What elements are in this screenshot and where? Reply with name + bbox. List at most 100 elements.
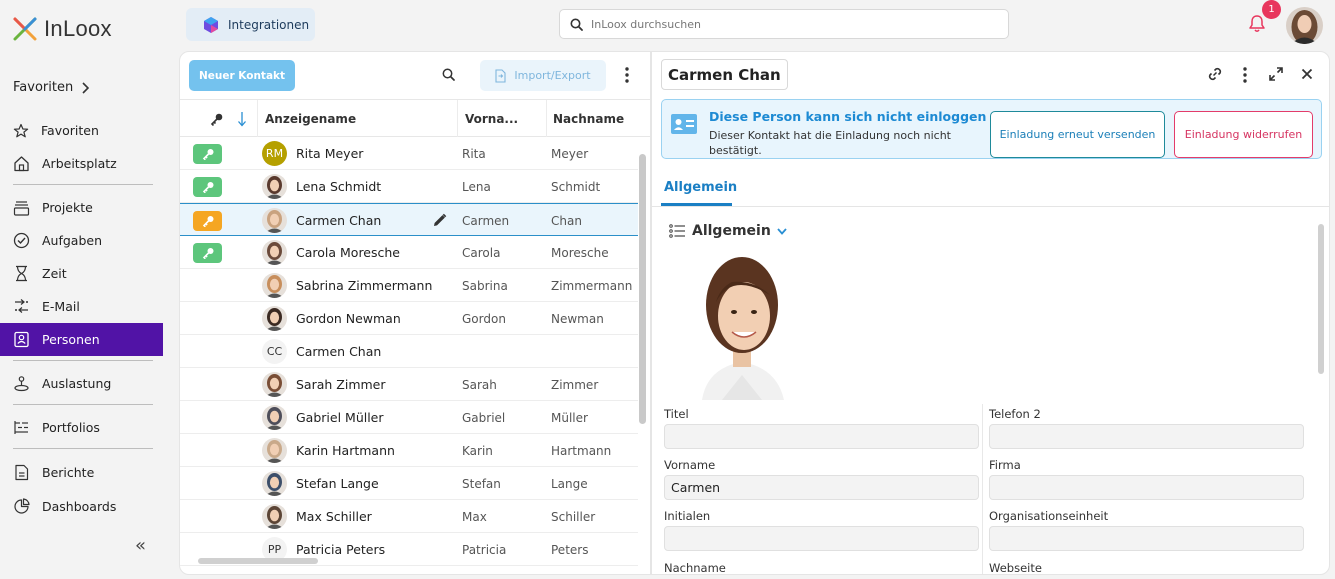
import-export-button[interactable]: Import/Export: [480, 60, 606, 91]
sidebar-item-berichte[interactable]: Berichte: [0, 456, 163, 489]
sidebar-item-label: Auslastung: [42, 376, 112, 391]
resend-invitation-button[interactable]: Einladung erneut versenden: [990, 111, 1165, 158]
sort-direction-button[interactable]: [237, 100, 247, 137]
titel-field[interactable]: [664, 424, 979, 449]
sidebar-item-dashboards[interactable]: Dashboards: [0, 490, 163, 523]
field-column-divider: [982, 404, 983, 574]
table-row[interactable]: Gordon Newman Gordon Newman: [180, 302, 638, 335]
search-icon: [570, 18, 583, 31]
contact-list-panel: Neuer Kontakt Import/Export Anzeigename …: [179, 51, 651, 575]
key-icon: [210, 113, 223, 126]
portfolio-icon: [14, 421, 28, 434]
expand-button[interactable]: [1269, 67, 1283, 81]
detail-more-button[interactable]: [1242, 66, 1248, 84]
sidebar-item-e-mail[interactable]: E-Mail: [0, 290, 163, 323]
sidebar-item-favoriten[interactable]: Favoriten: [0, 114, 163, 147]
table-row[interactable]: CC Carmen Chan: [180, 335, 638, 368]
cell-display-name: Gordon Newman: [296, 311, 401, 326]
global-search[interactable]: [559, 9, 1009, 39]
initialen-field[interactable]: [664, 526, 979, 551]
app-logo[interactable]: InLoox: [12, 16, 112, 42]
table-row[interactable]: Gabriel Müller Gabriel Müller: [180, 401, 638, 434]
revoke-invitation-button[interactable]: Einladung widerrufen: [1174, 111, 1313, 158]
section-header-allgemein[interactable]: Allgemein: [669, 223, 787, 239]
vorname-field[interactable]: [664, 475, 979, 500]
search-input[interactable]: [591, 17, 991, 31]
cell-display-name: Lena Schmidt: [296, 179, 382, 194]
firma-field[interactable]: [989, 475, 1304, 500]
sidebar-item-personen[interactable]: Personen: [0, 323, 163, 356]
sidebar-item-label: Favoriten: [41, 123, 99, 138]
cell-display-name: Stefan Lange: [296, 476, 379, 491]
check-circle-icon: [13, 232, 30, 249]
table-row[interactable]: RM Rita Meyer Rita Meyer: [180, 137, 638, 170]
close-icon: [1301, 68, 1313, 80]
sidebar-item-projekte[interactable]: Projekte: [0, 191, 163, 224]
link-icon: [1208, 67, 1222, 81]
cell-last-name: Peters: [551, 542, 589, 557]
notifications-button[interactable]: [1247, 14, 1267, 34]
detail-vertical-scrollbar[interactable]: [1318, 224, 1324, 374]
avatar-photo: [262, 174, 287, 199]
organisationseinheit-field[interactable]: [989, 526, 1304, 551]
integrations-button[interactable]: Integrationen: [186, 8, 315, 41]
table-row[interactable]: Lena Schmidt Lena Schmidt: [180, 170, 638, 203]
contact-portrait: [702, 257, 784, 400]
chevron-right-icon: [82, 81, 90, 94]
pencil-icon: [434, 213, 447, 226]
contacts-icon: [14, 331, 29, 348]
column-header-first-name[interactable]: Vorna...: [465, 100, 518, 137]
cell-display-name: Carola Moresche: [296, 245, 400, 260]
login-column-header[interactable]: [210, 100, 224, 137]
table-row[interactable]: Carola Moresche Carola Moresche: [180, 236, 638, 269]
detail-title[interactable]: Carmen Chan: [661, 59, 788, 90]
mail-sync-icon: [15, 299, 28, 313]
sidebar-item-label: E-Mail: [42, 299, 80, 314]
list-more-button[interactable]: [624, 66, 630, 84]
close-button[interactable]: [1301, 68, 1313, 80]
field-label-initialen: Initialen: [664, 509, 711, 523]
list-vertical-scrollbar[interactable]: [639, 154, 646, 424]
new-contact-button[interactable]: Neuer Kontakt: [189, 60, 295, 91]
sidebar-item-arbeitsplatz[interactable]: Arbeitsplatz: [0, 147, 163, 180]
avatar-photo: [262, 438, 287, 463]
copy-link-button[interactable]: [1207, 66, 1223, 82]
table-row[interactable]: Stefan Lange Stefan Lange: [180, 467, 638, 500]
contact-detail-panel: Carmen Chan Diese Person kann sich nicht…: [651, 51, 1330, 575]
star-icon: [13, 123, 29, 137]
favorites-header[interactable]: Favoriten: [13, 80, 90, 95]
sidebar-item-auslastung[interactable]: Auslastung: [0, 367, 163, 400]
tab-allgemein[interactable]: Allgemein: [664, 180, 737, 195]
cell-display-name: Carmen Chan: [296, 344, 382, 359]
sidebar-item-zeit[interactable]: Zeit: [0, 257, 163, 290]
collapse-sidebar-button[interactable]: «: [135, 535, 146, 556]
edit-button[interactable]: [432, 213, 447, 228]
cell-last-name: Zimmer: [551, 377, 599, 392]
column-header-display-name[interactable]: Anzeigename: [265, 100, 356, 137]
sidebar-item-portfolios[interactable]: Portfolios: [0, 411, 163, 444]
table-row[interactable]: Karin Hartmann Karin Hartmann: [180, 434, 638, 467]
table-row[interactable]: Carmen Chan Carmen Chan: [180, 203, 638, 236]
cell-display-name: Sarah Zimmer: [296, 377, 386, 392]
avatar: [262, 405, 287, 430]
expand-icon: [1269, 67, 1283, 81]
id-card-icon: [671, 114, 697, 134]
avatar-photo: [262, 471, 287, 496]
sidebar-item-aufgaben[interactable]: Aufgaben: [0, 224, 163, 257]
table-row[interactable]: Max Schiller Max Schiller: [180, 500, 638, 533]
notification-badge: 1: [1262, 0, 1281, 19]
cell-last-name: Schmidt: [551, 179, 601, 194]
user-avatar[interactable]: [1286, 7, 1323, 44]
column-header-last-name[interactable]: Nachname: [553, 100, 624, 137]
login-key-badge: [193, 243, 222, 263]
projects-icon: [13, 200, 30, 216]
avatar: [262, 208, 287, 233]
list-search-button[interactable]: [442, 68, 455, 81]
list-horizontal-scrollbar[interactable]: [198, 558, 318, 564]
sidebar-divider: [13, 404, 153, 405]
table-row[interactable]: Sarah Zimmer Sarah Zimmer: [180, 368, 638, 401]
contact-photo[interactable]: [692, 250, 792, 400]
table-row[interactable]: Sabrina Zimmermann Sabrina Zimmermann: [180, 269, 638, 302]
bell-icon: [1249, 15, 1265, 32]
telefon2-field[interactable]: [989, 424, 1304, 449]
